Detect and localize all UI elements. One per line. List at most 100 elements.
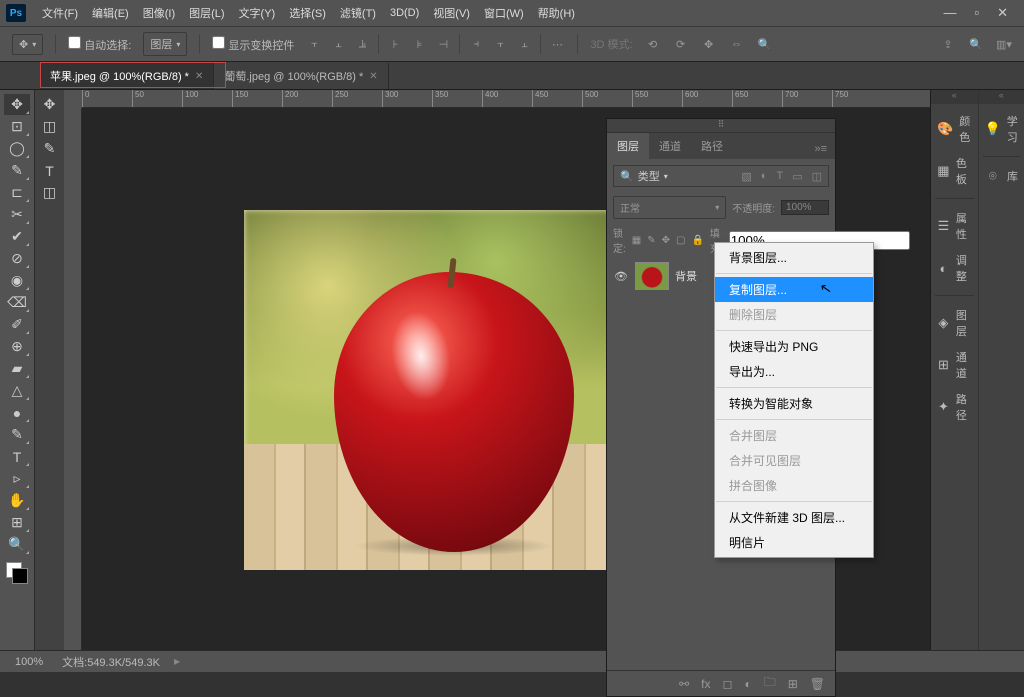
document-tab[interactable]: 苹果.jpeg @ 100%(RGB/8) *✕: [40, 63, 214, 89]
tool-button[interactable]: ⊡: [4, 116, 30, 137]
tool-button[interactable]: ✂: [4, 204, 30, 225]
ruler-vertical[interactable]: [64, 108, 82, 650]
tool-button[interactable]: △: [4, 380, 30, 401]
lock-pixels-icon[interactable]: ✎: [647, 235, 655, 246]
align-top-icon[interactable]: ⫟: [306, 36, 322, 52]
opacity-input[interactable]: [781, 200, 829, 215]
tool-button[interactable]: ⊕: [4, 336, 30, 357]
tool-button[interactable]: ✎: [37, 138, 63, 159]
link-layers-icon[interactable]: ⚯: [679, 677, 689, 691]
panel-strip-item[interactable]: 🎨颜色: [935, 108, 974, 150]
filter-pixel-icon[interactable]: ▧: [741, 170, 751, 183]
window-maximize[interactable]: ▫: [974, 5, 979, 21]
tab-layers[interactable]: 图层: [607, 133, 649, 159]
adjustment-layer-icon[interactable]: ◐: [744, 677, 751, 691]
close-tab-icon[interactable]: ✕: [195, 71, 203, 82]
layer-filter[interactable]: 🔍类型▾ ▧ ◐ T ▭ ◫: [613, 165, 829, 187]
filter-adjust-icon[interactable]: ◐: [761, 170, 768, 183]
layer-group-icon[interactable]: 🗀: [764, 673, 776, 694]
chevron-right-icon[interactable]: ▶: [174, 657, 180, 666]
context-menu-item[interactable]: 导出为...: [715, 359, 873, 384]
context-menu-item[interactable]: 明信片: [715, 530, 873, 555]
tool-button[interactable]: ▰: [4, 358, 30, 379]
tool-button[interactable]: ◯: [4, 138, 30, 159]
tool-button[interactable]: ◫: [37, 116, 63, 137]
tool-button[interactable]: ✥: [37, 94, 63, 115]
filter-smart-icon[interactable]: ◫: [812, 170, 822, 183]
menu-select[interactable]: 选择(S): [283, 2, 332, 24]
delete-layer-icon[interactable]: 🗑: [810, 677, 825, 691]
3d-pan-icon[interactable]: ✥: [701, 36, 717, 52]
tab-paths[interactable]: 路径: [691, 133, 733, 159]
distribute-icon[interactable]: ⫟: [492, 36, 508, 52]
tool-button[interactable]: ▹: [4, 468, 30, 489]
tool-button[interactable]: ✐: [4, 314, 30, 335]
ruler-horizontal[interactable]: 0501001502002503003504004505005506006507…: [82, 90, 1024, 108]
context-menu-item[interactable]: 快速导出为 PNG: [715, 334, 873, 359]
menu-window[interactable]: 窗口(W): [478, 2, 530, 24]
document-tab[interactable]: 葡萄.jpeg @ 100%(RGB/8) *✕: [214, 63, 388, 89]
align-bottom-icon[interactable]: ⫡: [354, 36, 370, 52]
color-swatches[interactable]: [4, 560, 30, 586]
document-canvas[interactable]: [244, 210, 664, 570]
context-menu-item[interactable]: 从文件新建 3D 图层...: [715, 505, 873, 530]
panel-strip-item[interactable]: ⊞通道: [935, 344, 974, 386]
tool-button[interactable]: ⊏: [4, 182, 30, 203]
tool-button[interactable]: ✥: [4, 94, 30, 115]
context-menu-item[interactable]: 背景图层...: [715, 245, 873, 270]
tool-button[interactable]: 🔍: [4, 534, 30, 555]
panel-collapse-grip[interactable]: ⠿: [607, 119, 835, 133]
new-layer-icon[interactable]: ⊞: [788, 677, 798, 691]
tool-button[interactable]: ✎: [4, 160, 30, 181]
tab-channels[interactable]: 通道: [649, 133, 691, 159]
menu-file[interactable]: 文件(F): [36, 2, 84, 24]
tool-button[interactable]: ◉: [4, 270, 30, 291]
layer-style-icon[interactable]: fx: [701, 677, 710, 691]
search-icon[interactable]: 🔍: [968, 36, 984, 52]
tool-button[interactable]: ●: [4, 402, 30, 423]
filter-type-icon[interactable]: T: [776, 170, 783, 183]
visibility-toggle-icon[interactable]: 👁: [613, 270, 629, 283]
lock-artboard-icon[interactable]: ▢: [676, 235, 685, 246]
more-icon[interactable]: ⋯: [549, 36, 565, 52]
panel-strip-item[interactable]: ☰属性: [935, 205, 974, 247]
lock-icon[interactable]: 🔒: [691, 235, 703, 246]
align-left-icon[interactable]: ⊦: [387, 36, 403, 52]
tool-button[interactable]: T: [4, 446, 30, 467]
tool-button[interactable]: ✔: [4, 226, 30, 247]
panel-strip-item[interactable]: 💡学习: [983, 108, 1021, 150]
panel-menu-icon[interactable]: »≡: [806, 139, 835, 159]
menu-edit[interactable]: 编辑(E): [86, 2, 135, 24]
context-menu-item[interactable]: 转换为智能对象: [715, 391, 873, 416]
doc-size[interactable]: 文档:549.3K/549.3K: [62, 654, 160, 670]
context-menu-item[interactable]: 复制图层...: [715, 277, 873, 302]
tool-button[interactable]: ⊞: [4, 512, 30, 533]
align-hcenter-icon[interactable]: ⊧: [411, 36, 427, 52]
lock-position-icon[interactable]: ✥: [662, 235, 670, 246]
3d-orbit-icon[interactable]: ⟲: [645, 36, 661, 52]
align-right-icon[interactable]: ⊣: [435, 36, 451, 52]
auto-select-target[interactable]: 图层 ▾: [143, 32, 187, 56]
ruler-origin[interactable]: [64, 90, 82, 108]
menu-image[interactable]: 图像(I): [137, 2, 181, 24]
workspace-icon[interactable]: ▥▾: [996, 36, 1012, 52]
tool-button[interactable]: ⌫: [4, 292, 30, 313]
distribute-icon[interactable]: ⫠: [516, 36, 532, 52]
auto-select-checkbox[interactable]: 自动选择:: [68, 36, 131, 53]
close-tab-icon[interactable]: ✕: [369, 71, 377, 82]
panel-strip-item[interactable]: ◐调整: [935, 247, 974, 289]
3d-slide-icon[interactable]: ⇔: [729, 36, 745, 52]
menu-type[interactable]: 文字(Y): [233, 2, 282, 24]
tool-button[interactable]: T: [37, 160, 63, 181]
align-vcenter-icon[interactable]: ⫠: [330, 36, 346, 52]
panel-strip-item[interactable]: ◈图层: [935, 302, 974, 344]
menu-layer[interactable]: 图层(L): [183, 2, 230, 24]
tool-button[interactable]: ◫: [37, 182, 63, 203]
panel-strip-item[interactable]: ⌾库: [983, 163, 1021, 189]
tool-button[interactable]: ⊘: [4, 248, 30, 269]
show-transform-checkbox[interactable]: 显示变换控件: [212, 36, 294, 53]
menu-filter[interactable]: 滤镜(T): [334, 2, 382, 24]
menu-help[interactable]: 帮助(H): [532, 2, 581, 24]
canvas-area[interactable]: 0501001502002503003504004505005506006507…: [64, 90, 1024, 650]
menu-3d[interactable]: 3D(D): [384, 4, 425, 22]
